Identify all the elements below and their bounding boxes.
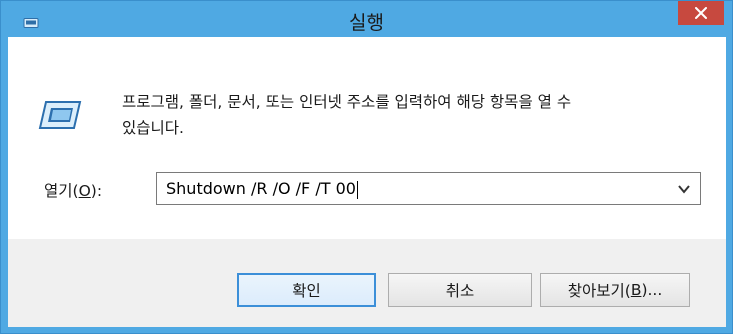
cancel-button[interactable]: 취소 xyxy=(388,273,532,307)
open-label-accel: O xyxy=(78,182,91,200)
description-line-1: 프로그램, 폴더, 문서, 또는 인터넷 주소를 입력하여 해당 항목을 열 수 xyxy=(122,93,572,111)
open-field-label: 열기(O): xyxy=(44,179,102,201)
close-icon xyxy=(695,7,707,19)
window-title: 실행 xyxy=(349,12,384,34)
description-line-2: 있습니다. xyxy=(122,119,184,137)
cancel-button-label: 취소 xyxy=(445,282,475,300)
open-label-prefix: 열기( xyxy=(44,182,79,200)
chevron-down-icon[interactable] xyxy=(678,184,690,194)
browse-label-accel: B xyxy=(630,281,642,299)
ok-button-label: 확인 xyxy=(292,282,321,300)
ok-button[interactable]: 확인 xyxy=(237,273,376,307)
open-input-value: Shutdown /R /O /F /T 00 xyxy=(166,179,356,198)
run-dialog-window: 실행 프로그램, 폴더, 문서, 또는 인터넷 주소를 입력하여 해당 항목을 … xyxy=(0,0,733,334)
title-bar[interactable]: 실행 xyxy=(1,1,732,37)
browse-label-prefix: 찾아보기( xyxy=(567,282,631,300)
browse-button[interactable]: 찾아보기(B)... xyxy=(540,273,690,307)
close-button[interactable] xyxy=(678,1,724,25)
run-program-icon xyxy=(38,101,82,129)
open-combobox[interactable]: Shutdown /R /O /F /T 00 xyxy=(156,172,701,205)
open-input[interactable]: Shutdown /R /O /F /T 00 xyxy=(166,173,646,204)
content-area: 프로그램, 폴더, 문서, 또는 인터넷 주소를 입력하여 해당 항목을 열 수… xyxy=(8,37,726,239)
description-text: 프로그램, 폴더, 문서, 또는 인터넷 주소를 입력하여 해당 항목을 열 수… xyxy=(122,89,717,141)
browse-label-suffix: )... xyxy=(641,281,663,299)
dialog-body: 프로그램, 폴더, 문서, 또는 인터넷 주소를 입력하여 해당 항목을 열 수… xyxy=(8,37,726,327)
text-cursor xyxy=(356,180,358,199)
open-label-suffix: ): xyxy=(90,182,103,200)
